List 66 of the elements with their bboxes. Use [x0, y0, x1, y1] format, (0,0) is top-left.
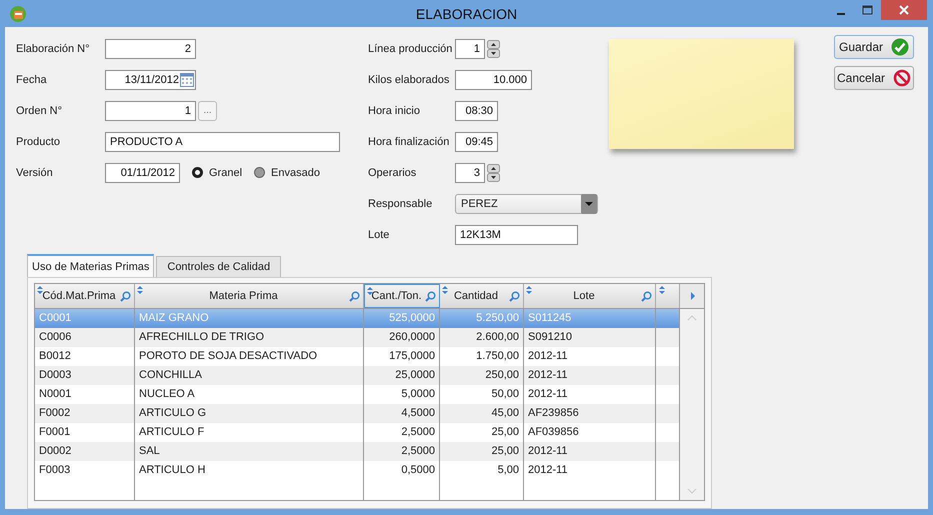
column-header[interactable]: Materia Prima [135, 284, 364, 308]
responsible-dropdown[interactable]: PEREZ [455, 194, 598, 214]
spinner-field[interactable]: 3 [455, 162, 485, 182]
table-cell: 0,5000 [364, 461, 440, 480]
column-header[interactable]: Lote [524, 284, 656, 308]
search-icon[interactable] [425, 290, 436, 302]
calendar-icon[interactable] [180, 72, 194, 87]
table-cell: 2012-11 [524, 461, 656, 480]
cancel-button[interactable]: Cancelar [834, 66, 914, 90]
close-icon [899, 5, 909, 15]
field-label: Elaboración N° [16, 42, 90, 54]
column-header[interactable]: Cód.Mat.Prima [35, 284, 135, 308]
number-field[interactable]: 10.000 [455, 70, 532, 90]
right-arrow-icon [690, 292, 694, 300]
table-row[interactable]: D0002 SAL 2,5000 25,00 2012-11 [35, 442, 680, 461]
spinner-arrows-icon[interactable] [487, 164, 500, 182]
table-row[interactable]: C0006 AFRECHILLO DE TRIGO 260,0000 2.600,00 S091210 [35, 328, 680, 347]
field-label: Lote [368, 228, 390, 240]
table-row[interactable]: D0003 CONCHILLA 25,0000 250,00 2012-11 [35, 366, 680, 385]
sort-icon[interactable] [367, 287, 373, 295]
spinner-field[interactable]: 1 [455, 38, 485, 58]
tab[interactable]: Controles de Calidad [156, 256, 282, 277]
prohibited-icon [893, 69, 912, 87]
maximize-icon [862, 5, 873, 15]
table-cell: 5,00 [440, 461, 524, 480]
field-label: Fecha [16, 74, 48, 86]
spinner-arrows-icon[interactable] [487, 40, 500, 58]
table-cell: F0003 [35, 461, 135, 480]
browse-button[interactable]: ... [198, 100, 217, 120]
close-button[interactable] [881, 0, 927, 20]
column-header[interactable]: Cant./Ton. [364, 284, 440, 308]
field-label: Orden N° [16, 104, 63, 116]
radio-button[interactable] [254, 167, 266, 178]
number-field[interactable]: 2 [105, 38, 196, 58]
save-button[interactable]: Guardar [834, 35, 914, 59]
date-field[interactable]: 01/11/2012 [105, 162, 180, 182]
time-field[interactable]: 08:30 [455, 100, 498, 120]
radio-button[interactable] [192, 167, 203, 178]
field-label: Línea producción [368, 42, 454, 54]
minimize-icon [836, 13, 844, 15]
search-icon[interactable] [120, 290, 131, 302]
search-icon[interactable] [349, 290, 360, 302]
date-field[interactable]: 13/11/2012 [105, 70, 196, 90]
radio-label: Envasado [271, 166, 320, 178]
order-field[interactable]: 1 [105, 100, 196, 120]
app-icon [9, 4, 27, 22]
table-cell: ARTICULO H [135, 461, 364, 480]
search-icon[interactable] [641, 290, 652, 302]
field-label: Hora inicio [368, 104, 421, 116]
checkmark-icon [891, 38, 910, 56]
field-label: Responsable [368, 198, 434, 210]
field-label: Hora finalización [368, 136, 450, 148]
text-field[interactable]: PRODUCTO A [105, 132, 340, 152]
field-label: Versión [16, 166, 54, 178]
tab[interactable]: Uso de Materias Primas [27, 254, 154, 277]
table-row[interactable]: F0002 ARTICULO G 4,5000 45,00 AF239856 [35, 404, 680, 423]
time-field[interactable]: 09:45 [455, 132, 498, 152]
radio-label: Granel [209, 166, 242, 178]
field-label: Producto [16, 136, 62, 148]
column-header[interactable]: Cantidad [440, 284, 524, 308]
scroll-right-button[interactable] [680, 284, 704, 308]
search-icon[interactable] [509, 290, 520, 302]
field-label: Kilos elaborados [368, 74, 450, 86]
window-title: ELABORACION [416, 6, 518, 22]
text-field[interactable]: 12K13M [455, 224, 578, 244]
field-label: Operarios [368, 166, 418, 178]
